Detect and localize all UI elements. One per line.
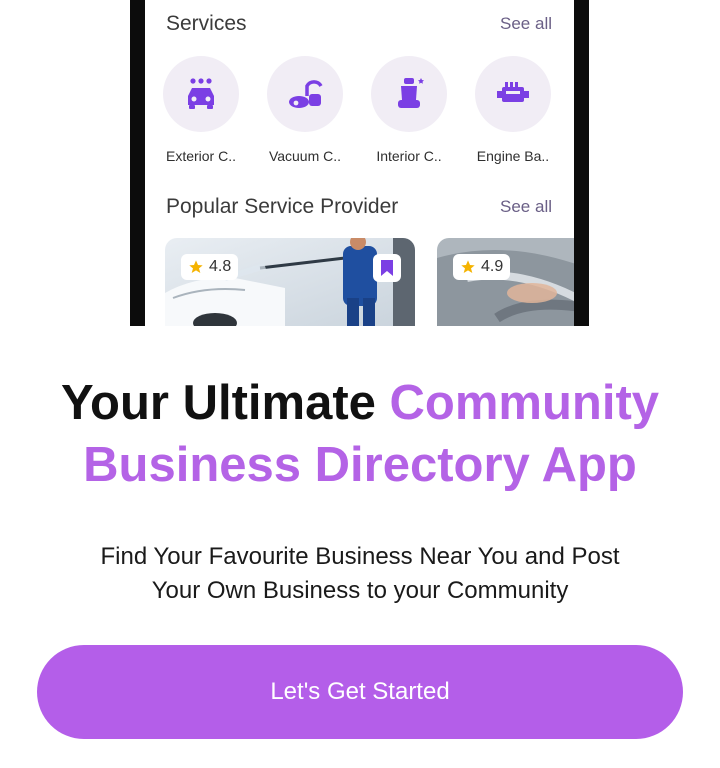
engine-icon xyxy=(475,56,551,132)
page-title: Your Ultimate Community Business Directo… xyxy=(0,372,720,496)
service-label: Exterior C.. xyxy=(165,148,236,164)
phone-mockup: Services See all Exterior C.. Vacuum C..… xyxy=(130,0,589,326)
service-item-engine[interactable]: Engine Ba.. xyxy=(461,56,565,164)
service-label: Vacuum C.. xyxy=(268,148,342,164)
get-started-button[interactable]: Let's Get Started xyxy=(37,645,683,739)
service-item-vacuum[interactable]: Vacuum C.. xyxy=(253,56,357,164)
service-label: Engine Ba.. xyxy=(476,148,550,164)
rating-value: 4.9 xyxy=(481,258,504,275)
services-header: Services See all xyxy=(166,12,552,36)
provider-card[interactable]: 4.9 xyxy=(437,238,574,326)
service-item-interior[interactable]: Interior C.. xyxy=(357,56,461,164)
service-label: Interior C.. xyxy=(376,148,442,164)
provider-card[interactable]: 4.8 xyxy=(165,238,415,326)
services-see-all-link[interactable]: See all xyxy=(500,14,552,34)
bookmark-button[interactable] xyxy=(373,254,401,282)
page-subtitle: Find Your Favourite Business Near You an… xyxy=(0,540,720,608)
title-part-1: Your Ultimate xyxy=(60,376,390,430)
services-title: Services xyxy=(166,12,247,35)
car-wash-photo xyxy=(165,238,415,326)
popular-header: Popular Service Provider See all xyxy=(166,195,552,219)
popular-see-all-link[interactable]: See all xyxy=(500,197,552,217)
services-list: Exterior C.. Vacuum C.. Interior C.. Eng… xyxy=(145,56,574,166)
service-item-exterior[interactable]: Exterior C.. xyxy=(149,56,253,164)
engine-service-photo xyxy=(437,238,574,326)
bookmark-icon xyxy=(381,260,393,276)
onboarding-screen: Services See all Exterior C.. Vacuum C..… xyxy=(0,0,720,768)
vacuum-icon xyxy=(267,56,343,132)
rating-badge: 4.9 xyxy=(453,254,511,280)
car-seat-icon xyxy=(371,56,447,132)
star-icon xyxy=(461,260,475,273)
rating-value: 4.8 xyxy=(209,258,232,275)
provider-cards: 4.8 4.9 xyxy=(145,238,574,326)
car-wash-icon xyxy=(163,56,239,132)
star-icon xyxy=(189,260,203,273)
rating-badge: 4.8 xyxy=(181,254,239,280)
subtitle-line-1: Find Your Favourite Business Near You an… xyxy=(100,543,620,570)
subtitle-line-2: Your Own Business to your Community xyxy=(151,577,569,604)
phone-screen: Services See all Exterior C.. Vacuum C..… xyxy=(145,0,574,326)
popular-title: Popular Service Provider xyxy=(166,195,399,218)
